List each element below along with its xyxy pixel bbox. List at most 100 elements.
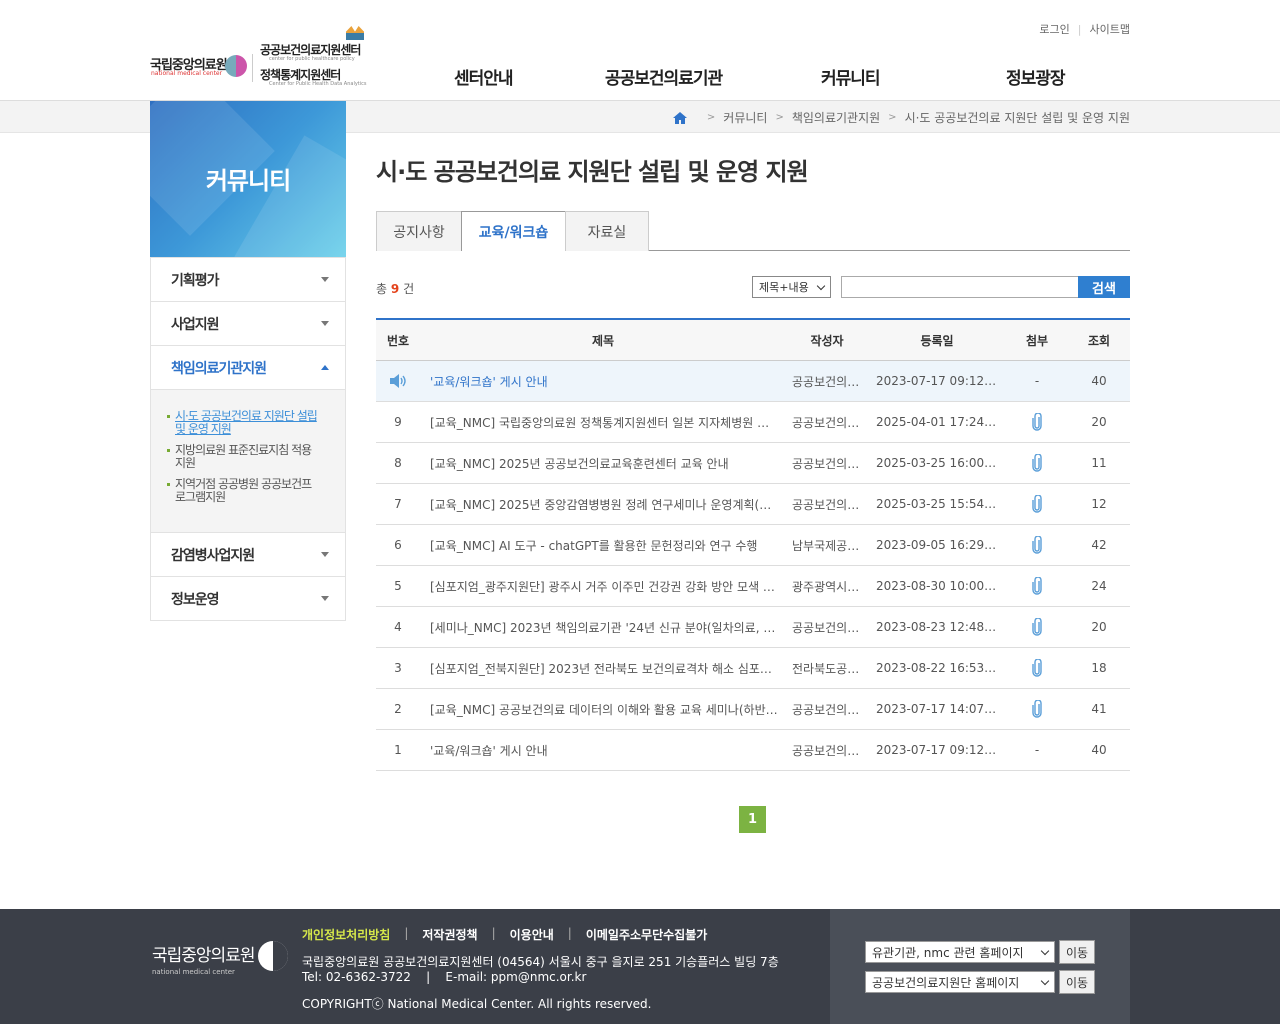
post-date: 2023-08-30 10:00:0…: [876, 579, 1006, 593]
sidebar-item-label: 감염병사업지원: [171, 547, 255, 564]
support-group-select[interactable]: 공공보건의료지원단 홈페이지: [865, 971, 1055, 993]
table-row[interactable]: 4 [세미나_NMC] 2023년 책임의료기관 '24년 신규 분야(일차의료,…: [376, 607, 1130, 648]
attachment-icon[interactable]: [1006, 536, 1068, 554]
post-no: 5: [394, 579, 402, 593]
login-link[interactable]: 로그인: [1039, 21, 1069, 37]
table-header-row: 번호 제목 작성자 등록일 첨부 조회: [376, 320, 1130, 361]
col-header-views: 조회: [1087, 333, 1111, 348]
post-no: 7: [394, 497, 402, 511]
post-writer: 공공보건의료지원센터: [792, 456, 868, 471]
tab-education[interactable]: 교육/워크숍: [461, 211, 566, 251]
breadcrumb-item[interactable]: 책임의료기관지원: [792, 109, 880, 126]
post-title-link[interactable]: [교육_NMC] AI 도구 - chatGPT를 활용한 문헌정리와 연구 수…: [420, 537, 786, 554]
post-views: 12: [1091, 497, 1107, 511]
footer-link-email[interactable]: 이메일주소무단수집불가: [586, 926, 707, 943]
search-type-value: 제목+내용: [759, 281, 809, 294]
attachment-icon[interactable]: [1006, 700, 1068, 718]
post-date: 2023-07-17 09:12:4…: [876, 743, 1006, 757]
gnb-item-institutions[interactable]: 공공보건의료기관: [605, 64, 723, 89]
paperclip-icon: [1032, 536, 1042, 554]
post-title-link[interactable]: [세미나_NMC] 2023년 책임의료기관 '24년 신규 분야(일차의료, …: [420, 619, 786, 636]
attachment-icon[interactable]: [1006, 413, 1068, 431]
related-sites-go-button[interactable]: 이동: [1059, 940, 1095, 964]
search-type-select[interactable]: 제목+내용: [752, 276, 831, 298]
gnb-item-center[interactable]: 센터안내: [454, 64, 514, 89]
search-button[interactable]: 검색: [1078, 276, 1130, 298]
table-row[interactable]: 7 [교육_NMC] 2025년 중앙감염병병원 정례 연구세미나 운영계획(… 공…: [376, 484, 1130, 525]
caret-down-icon: [321, 596, 329, 601]
post-title-link[interactable]: [교육_NMC] 공공보건의료 데이터의 이해와 활용 교육 세미나(하반…: [420, 701, 786, 718]
sitemap-link[interactable]: 사이트맵: [1090, 21, 1130, 37]
footer-link-privacy[interactable]: 개인정보처리방침: [302, 926, 390, 943]
table-row-notice[interactable]: '교육/워크숍' 게시 안내 공공보건의료지원센터 2023-07-17 09:…: [376, 361, 1130, 402]
pager-page-current[interactable]: 1: [739, 806, 766, 833]
sidebar-subitem-guideline[interactable]: 지방의료원 표준진료지침 적용 지원: [167, 444, 317, 470]
post-title-link[interactable]: [심포지엄_광주지원단] 광주시 거주 이주민 건강권 강화 방안 모색 …: [420, 578, 786, 595]
post-title-link[interactable]: [교육_NMC] 2025년 중앙감염병병원 정례 연구세미나 운영계획(…: [420, 496, 786, 513]
col-header-title: 제목: [591, 333, 615, 348]
footer-link-guide[interactable]: 이용안내: [510, 926, 554, 943]
logo-center1-subtext: center for public healthcare policy: [269, 56, 355, 62]
post-date: 2025-04-01 17:24:0…: [876, 415, 1006, 429]
chevron-down-icon: [816, 281, 826, 291]
board-table: 번호 제목 작성자 등록일 첨부 조회 '교육/워크숍' 게시 안내 공공보건의…: [376, 318, 1130, 771]
breadcrumb-item-current[interactable]: 시·도 공공보건의료 지원단 설립 및 운영 지원: [905, 109, 1130, 126]
table-row[interactable]: 5 [심포지엄_광주지원단] 광주시 거주 이주민 건강권 강화 방안 모색 … 광…: [376, 566, 1130, 607]
breadcrumb-item[interactable]: 커뮤니티: [723, 109, 767, 126]
site-logo[interactable]: 국립중앙의료원 national medical center 공공보건의료지원…: [150, 24, 370, 88]
attachment-icon[interactable]: [1006, 454, 1068, 472]
table-row[interactable]: 1 '교육/워크숍' 게시 안내 공공보건의료지원센터 2023-07-17 09:1…: [376, 730, 1130, 771]
nmc-logo-mark-icon: [225, 55, 247, 77]
gnb-item-info[interactable]: 정보광장: [1006, 64, 1066, 89]
sidebar-subitem-support-group[interactable]: 시·도 공공보건의료 지원단 설립 및 운영 지원: [167, 410, 318, 436]
tab-notice[interactable]: 공지사항: [376, 211, 462, 251]
search-input[interactable]: [841, 276, 1079, 298]
attachment-icon[interactable]: [1006, 618, 1068, 636]
attachment-icon[interactable]: [1006, 577, 1068, 595]
post-title-link[interactable]: '교육/워크숍' 게시 안내: [420, 742, 786, 759]
site-header: 국립중앙의료원 national medical center 공공보건의료지원…: [0, 0, 1280, 101]
table-row[interactable]: 8 [교육_NMC] 2025년 공공보건의료교육훈련센터 교육 안내 공공보건의료…: [376, 443, 1130, 484]
sidebar-item-business[interactable]: 사업지원: [151, 301, 345, 345]
footer-link-copyright[interactable]: 저작권정책: [422, 926, 477, 943]
gnb-item-community[interactable]: 커뮤니티: [821, 64, 881, 89]
table-row[interactable]: 9 [교육_NMC] 국립중앙의료원 정책통계지원센터 일본 지자체병원 … 공공보…: [376, 402, 1130, 443]
post-title-link[interactable]: [심포지엄_전북지원단] 2023년 전라북도 보건의료격차 해소 심포…: [420, 660, 786, 677]
post-writer: 전라북도공공보건의료지원단: [792, 661, 868, 676]
tab-resources[interactable]: 자료실: [565, 211, 649, 251]
sidebar-item-infection[interactable]: 감염병사업지원: [151, 532, 345, 576]
home-icon[interactable]: [672, 111, 687, 124]
paperclip-icon: [1032, 618, 1042, 636]
post-title-link[interactable]: [교육_NMC] 2025년 공공보건의료교육훈련센터 교육 안내: [420, 455, 786, 472]
footer-logo: 국립중앙의료원 national medical center: [152, 941, 288, 976]
sidebar-subitem-program[interactable]: 지역거점 공공병원 공공보건프로그램지원: [167, 478, 317, 504]
attachment-icon[interactable]: [1006, 659, 1068, 677]
paperclip-icon: [1032, 659, 1042, 677]
post-title-link[interactable]: '교육/워크숍' 게시 안내: [420, 373, 786, 390]
sidebar-nav: 기획평가 사업지원 책임의료기관지원 시·도 공공보건의료 지원단 설립 및 운…: [150, 257, 346, 621]
center-logo-mark-icon: [346, 26, 364, 40]
table-row[interactable]: 6 [교육_NMC] AI 도구 - chatGPT를 활용한 문헌정리와 연구 …: [376, 525, 1130, 566]
sidebar-item-info-ops[interactable]: 정보운영: [151, 576, 345, 620]
chevron-right-icon: >: [775, 112, 784, 123]
post-no: 1: [394, 743, 402, 757]
post-date: 2023-08-22 16:53:0…: [876, 661, 1006, 675]
attachment-icon[interactable]: [1006, 495, 1068, 513]
table-row[interactable]: 3 [심포지엄_전북지원단] 2023년 전라북도 보건의료격차 해소 심포… 전라…: [376, 648, 1130, 689]
count-value: 9: [390, 282, 400, 296]
notice-marker: [376, 374, 420, 389]
post-writer: 공공보건의료지원센터: [792, 620, 868, 635]
sidebar-item-responsible[interactable]: 책임의료기관지원: [151, 345, 345, 389]
footer-logo-subtext: national medical center: [152, 968, 235, 976]
sidebar-item-planning[interactable]: 기획평가: [151, 257, 345, 301]
post-no: 8: [394, 456, 402, 470]
logo-nmc-subtext: national medical center: [151, 70, 223, 77]
footer-address: 국립중앙의료원 공공보건의료지원센터 (04564) 서울시 중구 을지로 25…: [302, 955, 779, 985]
support-group-go-button[interactable]: 이동: [1059, 970, 1095, 994]
post-file-none: -: [1034, 374, 1040, 388]
related-sites-select[interactable]: 유관기관, nmc 관련 홈페이지: [865, 941, 1055, 963]
sidebar-banner-title: 커뮤니티: [205, 167, 291, 195]
table-row[interactable]: 2 [교육_NMC] 공공보건의료 데이터의 이해와 활용 교육 세미나(하반… 공…: [376, 689, 1130, 730]
post-title-link[interactable]: [교육_NMC] 국립중앙의료원 정책통계지원센터 일본 지자체병원 …: [420, 414, 786, 431]
chevron-right-icon: >: [706, 112, 716, 123]
